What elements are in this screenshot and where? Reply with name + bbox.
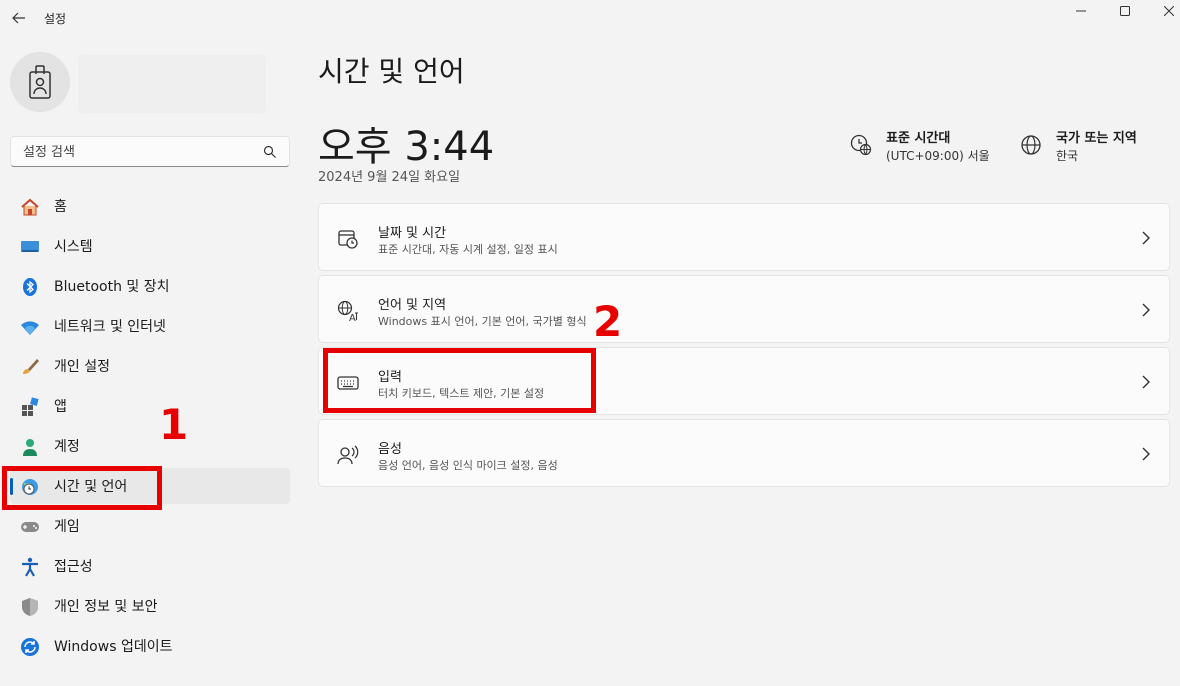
sidebar-item-accessibility[interactable]: 접근성 (10, 548, 290, 584)
app-title: 설정 (44, 12, 67, 26)
sidebar-item-label: Windows 업데이트 (54, 639, 173, 655)
apps-icon (20, 397, 40, 417)
chevron-right-icon (1142, 231, 1150, 245)
sidebar-item-network[interactable]: 네트워크 및 인터넷 (10, 308, 290, 344)
sidebar-item-label: 시스템 (54, 239, 93, 255)
highlight-box-1 (2, 466, 162, 510)
profile-info (78, 55, 266, 113)
sidebar-item-label: 접근성 (54, 559, 93, 575)
monitor-icon (20, 237, 40, 257)
avatar[interactable] (10, 52, 70, 112)
sidebar-item-label: Bluetooth 및 장치 (54, 279, 170, 295)
card-subtitle: 표준 시간대, 자동 시계 설정, 일정 표시 (378, 243, 558, 256)
brush-icon (20, 357, 40, 377)
sidebar-item-label: 앱 (54, 399, 67, 415)
card-title: 언어 및 지역 (378, 298, 447, 313)
update-icon (20, 637, 40, 657)
search-icon[interactable] (263, 145, 277, 159)
back-button[interactable] (6, 5, 32, 31)
shield-icon (20, 597, 40, 617)
chevron-right-icon (1142, 375, 1150, 389)
sidebar-item-personalization[interactable]: 개인 설정 (10, 348, 290, 384)
sidebar-item-label: 네트워크 및 인터넷 (54, 319, 166, 335)
wifi-icon (20, 317, 40, 337)
chevron-right-icon (1142, 447, 1150, 461)
page-title: 시간 및 언어 (318, 55, 465, 88)
sidebar-item-label: 게임 (54, 519, 80, 535)
timezone-value: (UTC+09:00) 서울 (886, 149, 990, 163)
step-number-1: 1 (159, 400, 189, 449)
close-button[interactable] (1146, 0, 1180, 22)
globe-icon (1021, 135, 1041, 155)
sidebar-item-windows-update[interactable]: Windows 업데이트 (10, 628, 290, 664)
chevron-right-icon (1142, 303, 1150, 317)
bluetooth-icon (20, 277, 40, 297)
maximize-icon (1120, 6, 1130, 16)
card-title: 날짜 및 시간 (378, 226, 447, 241)
timezone-title: 표준 시간대 (886, 131, 951, 146)
card-subtitle: Windows 표시 언어, 기본 언어, 국가별 형식 (378, 315, 587, 328)
sidebar-item-label: 계정 (54, 439, 80, 455)
sidebar-item-bluetooth[interactable]: Bluetooth 및 장치 (10, 268, 290, 304)
person-icon (20, 437, 40, 457)
timezone-icon (850, 134, 872, 156)
gamepad-icon (20, 517, 40, 537)
sidebar-item-label: 개인 설정 (54, 359, 110, 375)
region-title: 국가 또는 지역 (1056, 131, 1137, 146)
current-date: 2024년 9월 24일 화요일 (318, 170, 461, 185)
home-icon (20, 197, 40, 217)
svg-text:A: A (349, 313, 356, 322)
card-subtitle: 음성 언어, 음성 인식 마이크 설정, 음성 (378, 459, 558, 472)
card-speech[interactable]: 음성 음성 언어, 음성 인식 마이크 설정, 음성 (318, 419, 1170, 487)
sidebar-item-accounts[interactable]: 계정 (10, 428, 290, 464)
user-badge-icon (29, 65, 51, 99)
step-number-2: 2 (593, 297, 623, 346)
search-input[interactable] (23, 143, 263, 161)
language-icon: A (337, 300, 358, 322)
region-value: 한국 (1056, 149, 1079, 163)
sidebar-item-gaming[interactable]: 게임 (10, 508, 290, 544)
card-title: 음성 (378, 442, 402, 457)
sidebar-item-system[interactable]: 시스템 (10, 228, 290, 264)
minimize-button[interactable] (1058, 0, 1104, 22)
card-date-time[interactable]: 날짜 및 시간 표준 시간대, 자동 시계 설정, 일정 표시 (318, 203, 1170, 271)
sidebar-item-privacy[interactable]: 개인 정보 및 보안 (10, 588, 290, 624)
search-box[interactable] (10, 136, 290, 167)
sidebar-item-label: 홈 (54, 199, 67, 215)
sidebar-item-label: 개인 정보 및 보안 (54, 599, 158, 615)
maximize-button[interactable] (1102, 0, 1148, 22)
close-icon (1164, 6, 1174, 16)
accessibility-icon (20, 557, 40, 577)
title-bar: 설정 (0, 0, 1180, 36)
highlight-box-2 (323, 348, 596, 413)
back-arrow-icon (12, 12, 25, 24)
sidebar-nav: 홈 시스템 Bluetooth 및 장치 네트워크 및 인터넷 개인 설정 앱 (10, 188, 290, 668)
sidebar-item-apps[interactable]: 앱 (10, 388, 290, 424)
sidebar-item-home[interactable]: 홈 (10, 188, 290, 224)
minimize-icon (1076, 10, 1086, 12)
calendar-clock-icon (338, 230, 358, 249)
current-time: 오후 3:44 (318, 124, 495, 170)
card-language-region[interactable]: A 언어 및 지역 Windows 표시 언어, 기본 언어, 국가별 형식 (318, 275, 1170, 343)
speech-icon (337, 445, 359, 465)
